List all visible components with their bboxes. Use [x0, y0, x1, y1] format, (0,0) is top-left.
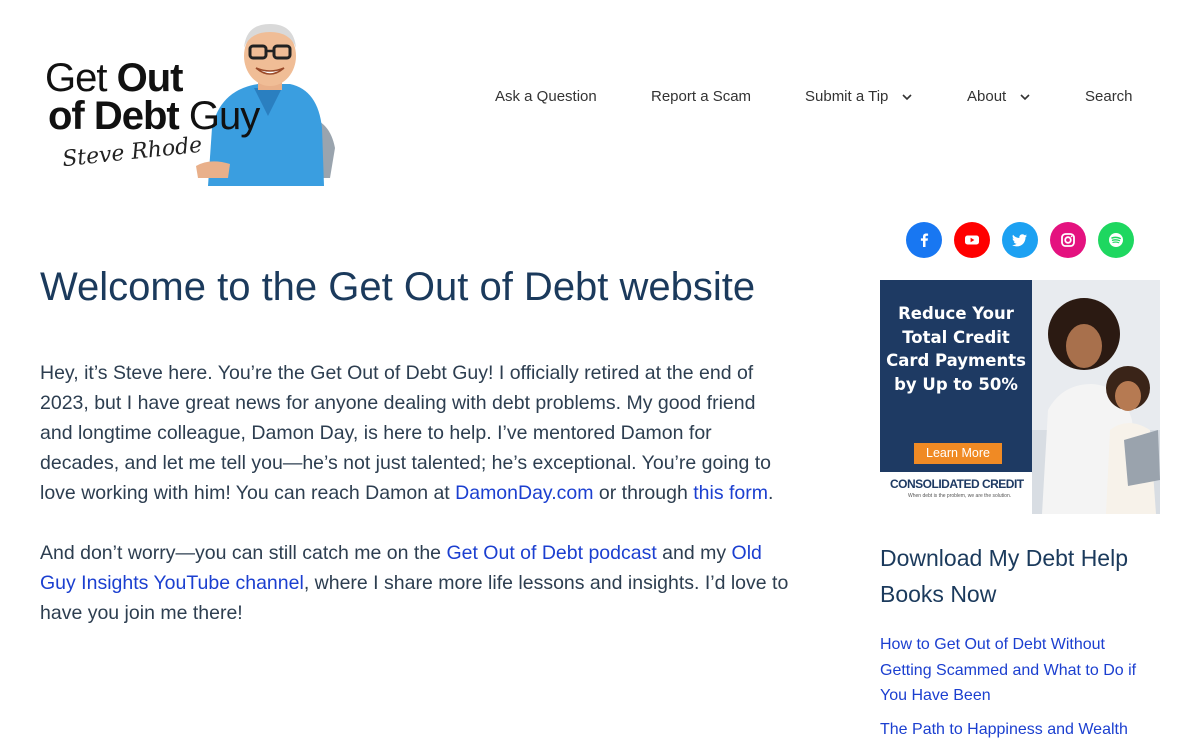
site-header: Get Out of Debt Guy Steve Rhode Ask a Qu…	[0, 0, 1200, 200]
nav-search[interactable]: Search	[1085, 88, 1133, 105]
consolidated-credit-ad[interactable]: Reduce Your Total Credit Card Payments b…	[880, 280, 1160, 514]
twitter-icon[interactable]	[1002, 222, 1038, 258]
ad-brand-logo: CONSOLIDATED CREDIT	[890, 477, 1024, 491]
main-content: Welcome to the Get Out of Debt website H…	[40, 262, 790, 658]
ad-panel: Reduce Your Total Credit Card Payments b…	[880, 280, 1032, 472]
nav-label: Submit a Tip	[805, 88, 889, 105]
spotify-icon[interactable]	[1098, 222, 1134, 258]
book-link-avoid-scams[interactable]: How to Get Out of Debt Without Getting S…	[880, 636, 1136, 704]
podcast-paragraph: And don’t worry—you can still catch me o…	[40, 542, 789, 624]
contact-form-link[interactable]: this form	[693, 482, 768, 504]
ad-headline: Reduce Your Total Credit Card Payments b…	[886, 304, 1026, 394]
nav-about[interactable]: About	[967, 88, 1032, 105]
list-item: How to Get Out of Debt Without Getting S…	[880, 632, 1160, 709]
facebook-icon[interactable]	[906, 222, 942, 258]
instagram-icon[interactable]	[1050, 222, 1086, 258]
chevron-down-icon	[1020, 93, 1030, 100]
nav-submit-a-tip[interactable]: Submit a Tip	[805, 88, 914, 105]
nav-label: Search	[1085, 88, 1133, 105]
ad-brand-bar: CONSOLIDATED CREDIT When debt is the pro…	[880, 472, 1032, 514]
damonday-link[interactable]: DamonDay.com	[455, 482, 593, 504]
intro-paragraph: Hey, it’s Steve here. You’re the Get Out…	[40, 362, 774, 504]
books-list: How to Get Out of Debt Without Getting S…	[880, 632, 1160, 740]
ad-tagline: When debt is the problem, we are the sol…	[908, 493, 1012, 499]
nav-ask-a-question[interactable]: Ask a Question	[495, 88, 597, 105]
nav-report-a-scam[interactable]: Report a Scam	[651, 88, 751, 105]
chevron-down-icon	[902, 93, 912, 100]
nav-label: About	[967, 88, 1007, 105]
youtube-icon[interactable]	[954, 222, 990, 258]
nav-label: Report a Scam	[651, 88, 752, 105]
list-item: The Path to Happiness and Wealth	[880, 717, 1160, 740]
logo-text-line2: of Debt Guy	[48, 94, 260, 138]
ad-family-photo-icon	[1032, 280, 1160, 514]
book-link-happiness-wealth[interactable]: The Path to Happiness and Wealth	[880, 721, 1128, 738]
books-heading: Download My Debt Help Books Now	[880, 545, 1129, 607]
site-logo[interactable]: Get Out of Debt Guy Steve Rhode	[40, 18, 340, 186]
podcast-link[interactable]: Get Out of Debt podcast	[446, 542, 656, 564]
main-navigation: Ask a Question Report a Scam Submit a Ti…	[470, 88, 1170, 116]
social-links	[906, 222, 1136, 260]
page-title: Welcome to the Get Out of Debt website	[40, 265, 756, 309]
ad-learn-more-button[interactable]: Learn More	[914, 443, 1002, 464]
nav-label: Ask a Question	[495, 88, 597, 105]
